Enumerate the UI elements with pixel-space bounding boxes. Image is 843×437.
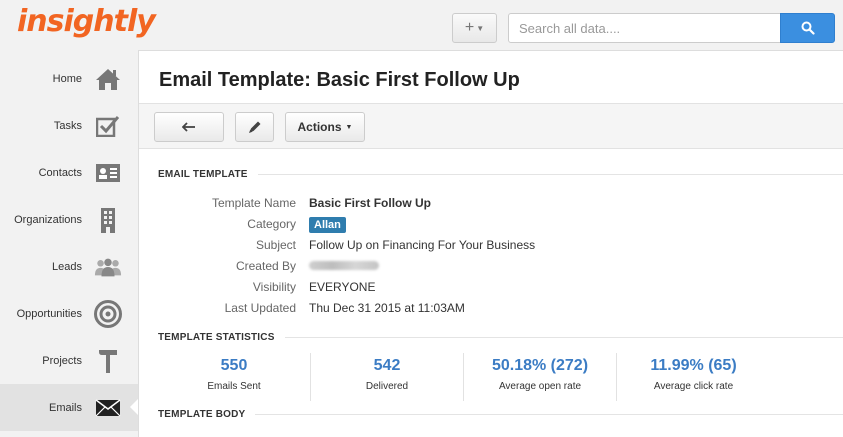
search-input[interactable] <box>508 13 781 43</box>
home-icon <box>94 65 122 93</box>
plus-icon: + <box>464 19 475 36</box>
search-icon <box>801 21 815 35</box>
stat-emails-sent: 550 Emails Sent <box>158 353 311 401</box>
actions-dropdown-button[interactable]: Actions ▼ <box>285 112 365 142</box>
sidebar-item-label: Projects <box>42 354 82 367</box>
field-label: Visibility <box>252 279 296 294</box>
stat-delivered: 542 Delivered <box>311 353 464 401</box>
quick-add-button[interactable]: + ▼ <box>452 13 497 43</box>
building-icon <box>94 206 122 234</box>
caret-down-icon: ▼ <box>345 123 353 131</box>
target-icon <box>94 299 122 328</box>
sidebar-item-label: Organizations <box>14 213 82 226</box>
section-divider <box>284 337 843 338</box>
sidebar-item-label: Emails <box>48 401 82 414</box>
people-icon <box>94 253 122 281</box>
stat-open-rate: 50.18% (272) Average open rate <box>464 353 617 401</box>
pencil-icon <box>248 121 260 133</box>
sidebar-item-label: Leads <box>52 260 82 273</box>
stat-value: 11.99% (65) <box>650 357 737 374</box>
page-title: Email Template: Basic First Follow Up <box>159 69 520 91</box>
sidebar-item-label: Home <box>52 72 82 85</box>
section-divider <box>257 174 843 175</box>
detail-row-template-name: Template Name Basic First Follow Up <box>139 192 843 213</box>
subject-value: Follow Up on Financing For Your Business <box>309 237 536 252</box>
detail-row-category: Category Allan <box>139 213 843 234</box>
stat-caption: Average open rate <box>498 381 582 392</box>
section-heading-email-template: EMAIL TEMPLATE <box>158 169 843 180</box>
section-heading-text: TEMPLATE BODY <box>158 409 246 420</box>
section-heading-text: EMAIL TEMPLATE <box>158 169 248 180</box>
redacted-creator-name[interactable] <box>309 260 379 270</box>
field-label: Category <box>247 216 296 231</box>
insightly-logo[interactable]: insightly <box>17 4 156 39</box>
field-label: Last Updated <box>224 300 296 315</box>
section-heading-text: TEMPLATE STATISTICS <box>158 332 275 343</box>
sidebar-item-organizations[interactable]: Organizations <box>0 196 138 243</box>
top-bar: insightly + ▼ <box>0 0 843 55</box>
stat-caption: Delivered <box>365 381 409 392</box>
edit-button[interactable] <box>235 112 274 142</box>
sidebar-item-home[interactable]: Home <box>0 55 138 102</box>
category-tag[interactable]: Allan <box>309 216 346 233</box>
sidebar-item-contacts[interactable]: Contacts <box>0 149 138 196</box>
detail-row-created-by: Created By <box>139 255 843 276</box>
hammer-icon <box>94 347 122 375</box>
field-label: Created By <box>235 258 296 273</box>
stat-caption: Average click rate <box>653 381 734 392</box>
section-heading-template-body: TEMPLATE BODY <box>158 409 843 420</box>
contact-card-icon <box>94 159 122 187</box>
stat-caption: Emails Sent <box>207 381 261 392</box>
detail-row-visibility: Visibility EVERYONE <box>139 276 843 297</box>
last-updated-value: Thu Dec 31 2015 at 11:03AM <box>309 300 465 315</box>
section-heading-template-statistics: TEMPLATE STATISTICS <box>158 332 843 343</box>
back-arrow-icon <box>182 122 195 132</box>
main-content: Email Template: Basic First Follow Up Ac… <box>138 50 843 437</box>
stat-value: 542 <box>373 357 401 374</box>
stat-value: 50.18% (272) <box>491 357 589 374</box>
sidebar-item-opportunities[interactable]: Opportunities <box>0 290 138 337</box>
visibility-value: EVERYONE <box>309 279 376 294</box>
sidebar-item-projects[interactable]: Projects <box>0 337 138 384</box>
detail-row-subject: Subject Follow Up on Financing For Your … <box>139 234 843 255</box>
sidebar-item-label: Tasks <box>53 119 82 132</box>
record-toolbar: Actions ▼ <box>139 103 843 149</box>
detail-row-last-updated: Last Updated Thu Dec 31 2015 at 11:03AM <box>139 297 843 318</box>
stat-click-rate: 11.99% (65) Average click rate <box>617 353 770 401</box>
caret-down-icon: ▼ <box>476 23 485 33</box>
statistics-row: 550 Emails Sent 542 Delivered 50.18% (27… <box>158 353 843 401</box>
back-button[interactable] <box>154 112 224 142</box>
actions-label: Actions <box>297 120 342 134</box>
section-divider <box>255 414 843 415</box>
template-name-value: Basic First Follow Up <box>309 195 432 210</box>
field-label: Template Name <box>211 195 296 210</box>
checkbox-icon <box>94 112 122 140</box>
field-label: Subject <box>255 237 296 252</box>
sidebar-item-label: Contacts <box>38 166 82 179</box>
envelope-icon <box>94 394 122 422</box>
sidebar-nav: Home Tasks Contacts Organizations Leads … <box>0 55 139 437</box>
stat-value: 550 <box>220 357 248 374</box>
search-button[interactable] <box>780 13 835 43</box>
sidebar-item-label: Opportunities <box>16 307 82 320</box>
sidebar-item-emails[interactable]: Emails <box>0 384 139 431</box>
sidebar-item-tasks[interactable]: Tasks <box>0 102 138 149</box>
sidebar-item-leads[interactable]: Leads <box>0 243 138 290</box>
